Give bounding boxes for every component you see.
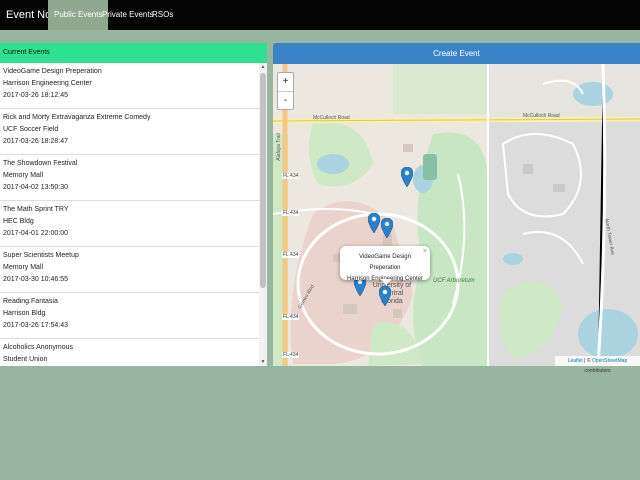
event-name: VideoGame Design Preperation — [3, 68, 102, 75]
event-list-item[interactable]: Alcoholics Anonymous Student Union — [0, 339, 259, 366]
event-location: Harrison Engineering Center — [3, 80, 92, 87]
event-datetime: 2017-03-26 18:12:45 — [3, 92, 68, 99]
attribution-contributors: contributors — [584, 368, 611, 374]
event-name: The Math Sprint TRY — [3, 206, 69, 213]
map-label-fl434: FL 434 — [282, 314, 300, 320]
event-datetime: 2017-04-01 22:00:00 — [3, 230, 68, 237]
event-location: UCF Soccer Field — [3, 126, 59, 133]
scroll-down-arrow-icon[interactable]: ▼ — [259, 358, 267, 366]
map-label-arboretum: UCF Arboretum — [433, 278, 475, 284]
popup-event-name: VideoGame Design Preperation — [359, 254, 411, 271]
map-marker-icon[interactable] — [368, 213, 380, 233]
osm-link[interactable]: OpenStreetMap — [592, 358, 627, 364]
map-tiles — [273, 64, 640, 366]
event-list-item[interactable]: Super Scientists Meetup Memory Mall 2017… — [0, 247, 259, 293]
map-label-fl434: FL 434 — [282, 210, 300, 216]
event-list-item[interactable]: Rick and Morty Extravaganza Extreme Come… — [0, 109, 259, 155]
map-label-fl434: FL 434 — [282, 352, 300, 358]
event-name: Super Scientists Meetup — [3, 252, 79, 259]
event-datetime: 2017-03-26 17:54:43 — [3, 322, 68, 329]
map-label-mcculloch-right: McCulloch Road — [523, 113, 560, 119]
event-list-item[interactable]: The Showdown Festival Memory Mall 2017-0… — [0, 155, 259, 201]
event-location: Memory Mall — [3, 172, 44, 179]
map-label-fl434: FL 434 — [282, 173, 300, 179]
map-marker-icon[interactable] — [401, 167, 413, 187]
event-datetime: 2017-04-02 13:50:30 — [3, 184, 68, 191]
events-panel: Current Events VideoGame Design Preperat… — [0, 43, 267, 366]
event-name: Reading Fantasia — [3, 298, 58, 305]
popup-close-icon[interactable]: × — [423, 246, 427, 257]
map-popup: × VideoGame Design Preperation Harrison … — [340, 246, 430, 285]
top-navbar: Event Note Public Events Private Events … — [0, 0, 640, 30]
map-attribution: Leaflet | © OpenStreetMap contributors — [555, 356, 640, 374]
event-name: The Showdown Festival — [3, 160, 78, 167]
zoom-out-button[interactable]: - — [278, 92, 293, 110]
map-label-university: University of Central Florida — [372, 282, 412, 305]
scroll-up-arrow-icon[interactable]: ▲ — [259, 63, 267, 71]
event-list-scrollbar[interactable]: ▲ ▼ — [259, 63, 267, 366]
zoom-in-button[interactable]: + — [278, 73, 293, 92]
attribution-separator: | © — [582, 358, 592, 364]
event-datetime: 2017-03-30 10:46:55 — [3, 276, 68, 283]
event-name: Alcoholics Anonymous — [3, 344, 74, 351]
map-marker-icon[interactable] — [381, 218, 393, 238]
event-map[interactable]: McCulloch Road McCulloch Road Alafaya Tr… — [273, 64, 640, 366]
popup-tip — [380, 279, 392, 285]
map-label-mcculloch-left: McCulloch Road — [313, 115, 350, 121]
map-marker-icon[interactable] — [379, 286, 391, 306]
event-datetime: 2017-03-26 18:28:47 — [3, 138, 68, 145]
event-location: Memory Mall — [3, 264, 44, 271]
event-location: HEC Bldg — [3, 218, 34, 225]
event-list-item[interactable]: The Math Sprint TRY HEC Bldg 2017-04-01 … — [0, 201, 259, 247]
map-zoom-control: + - — [277, 72, 294, 110]
map-label-alafaya: Alafaya Trail — [275, 133, 282, 161]
event-list-item[interactable]: Reading Fantasia Harrison Bldg 2017-03-2… — [0, 293, 259, 339]
event-location: Harrison Bldg — [3, 310, 46, 317]
leaflet-link[interactable]: Leaflet — [568, 358, 583, 364]
event-location: Student Union — [3, 356, 48, 363]
scroll-thumb[interactable] — [260, 73, 266, 288]
event-list-item[interactable]: VideoGame Design Preperation Harrison En… — [0, 63, 259, 109]
events-panel-header: Current Events — [0, 43, 267, 63]
nav-rsos[interactable]: RSOs — [146, 0, 179, 30]
event-name: Rick and Morty Extravaganza Extreme Come… — [3, 114, 151, 121]
event-list[interactable]: VideoGame Design Preperation Harrison En… — [0, 63, 259, 366]
create-event-button[interactable]: Create Event — [273, 43, 640, 64]
map-label-fl434: FL 434 — [282, 252, 300, 258]
